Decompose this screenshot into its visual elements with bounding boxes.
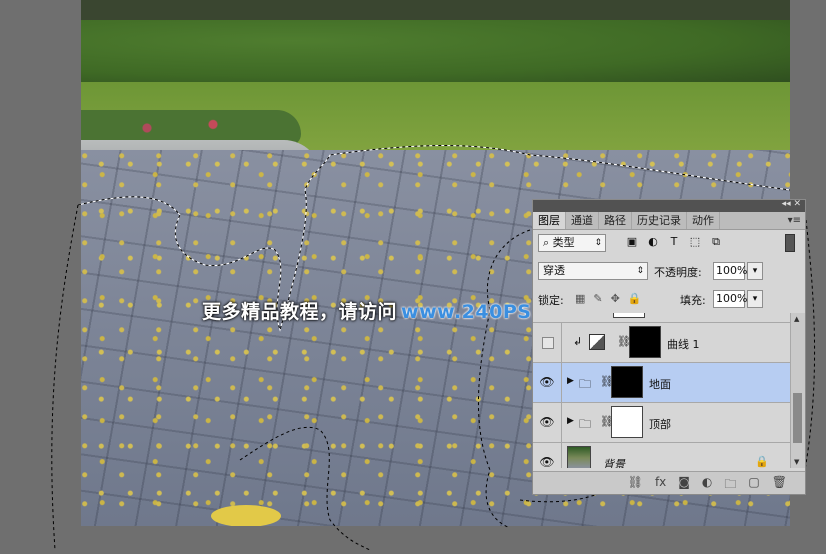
filter-row: ⌕ 类型 ⇕ ▣ ◐ T ⬚ ⧉: [533, 230, 805, 258]
panel-titlebar[interactable]: ◂◂ ✕: [533, 199, 805, 212]
divider: [561, 323, 562, 362]
lock-transparent-icon[interactable]: ▦: [575, 292, 585, 305]
lock-options: ▦ ✎ ✥ 🔒: [575, 292, 642, 305]
blend-row: 穿透 ⇕ 不透明度: 100% ▾: [533, 258, 805, 286]
divider: [561, 403, 562, 442]
chevron-down-icon: ⇕: [636, 266, 644, 276]
tab-layers[interactable]: 图层: [533, 212, 566, 229]
panel-tabs: 图层 通道 路径 历史记录 动作 ▾≡: [533, 212, 805, 230]
lock-paint-icon[interactable]: ✎: [593, 292, 602, 305]
layer-name[interactable]: 背景: [603, 456, 625, 468]
opacity-label: 不透明度:: [654, 266, 702, 279]
divider: [561, 443, 562, 468]
filter-toggle[interactable]: [785, 234, 795, 252]
add-mask-icon[interactable]: ◙: [678, 475, 690, 496]
adjustment-filter-icon[interactable]: ◐: [646, 235, 660, 249]
new-layer-icon[interactable]: ▢: [748, 475, 759, 496]
curves-adjustment-icon[interactable]: [589, 334, 605, 350]
layer-name[interactable]: 顶部: [649, 416, 671, 432]
layers-scrollbar[interactable]: ▲ ▼: [790, 313, 805, 468]
clipping-arrow-icon: ↲: [573, 335, 583, 348]
eye-icon[interactable]: 👁: [539, 455, 555, 468]
layers-panel: ◂◂ ✕ 图层 通道 路径 历史记录 动作 ▾≡ ⌕ 类型 ⇕ ▣ ◐ T ⬚ ⧉…: [532, 199, 806, 495]
link-layers-icon[interactable]: ⛓: [628, 475, 643, 496]
scroll-down-icon[interactable]: ▼: [794, 458, 799, 466]
expand-arrow-icon[interactable]: ▶: [567, 416, 574, 426]
lock-icon: 🔒: [755, 455, 769, 468]
bottom-icons: ⛓ fx ◙ ◐ 🗀 ▢ 🗑: [628, 475, 787, 496]
lock-row: 锁定: ▦ ✎ ✥ 🔒 填充: 100% ▾: [533, 286, 805, 314]
fx-icon[interactable]: fx: [655, 475, 666, 496]
new-adjustment-icon[interactable]: ◐: [702, 475, 712, 496]
layer-list: ↲ ⛓ 曲线 1 👁 ▶ 🗀 ⛓ 地面 👁 ▶ 🗀 ⛓ 顶部 👁 背景 🔒: [533, 313, 791, 468]
panel-bottom-toolbar: ⛓ fx ◙ ◐ 🗀 ▢ 🗑: [533, 471, 805, 494]
filter-label: 类型: [552, 236, 575, 249]
scroll-up-icon[interactable]: ▲: [794, 315, 799, 323]
fill-dropdown[interactable]: ▾: [747, 290, 763, 308]
trash-icon[interactable]: 🗑: [772, 475, 787, 496]
layer-curves-1[interactable]: ↲ ⛓ 曲线 1: [533, 323, 791, 363]
layer-name[interactable]: 地面: [649, 376, 671, 392]
layer-top[interactable]: 👁 ▶ 🗀 ⛓ 顶部: [533, 403, 791, 443]
expand-arrow-icon[interactable]: ▶: [567, 376, 574, 386]
layer-mask-thumbnail: [613, 313, 645, 318]
eye-icon[interactable]: 👁: [539, 375, 555, 389]
eye-icon[interactable]: 👁: [539, 415, 555, 429]
lock-label: 锁定:: [538, 294, 564, 307]
collapse-icon[interactable]: ◂◂ ✕: [782, 199, 801, 209]
layer-partial[interactable]: [533, 313, 791, 323]
tab-paths[interactable]: 路径: [599, 212, 632, 229]
blend-mode-value: 穿透: [543, 264, 565, 277]
menu-icon[interactable]: ▾≡: [788, 212, 801, 229]
type-filter-icon[interactable]: T: [667, 235, 681, 249]
scroll-thumb[interactable]: [793, 393, 802, 443]
layer-name[interactable]: 曲线 1: [667, 336, 700, 352]
layer-mask-thumbnail[interactable]: [611, 406, 643, 438]
new-group-icon[interactable]: 🗀: [724, 475, 736, 496]
visibility-toggle[interactable]: [542, 337, 554, 349]
divider: [561, 363, 562, 402]
tab-actions[interactable]: 动作: [687, 212, 720, 229]
shape-filter-icon[interactable]: ⬚: [688, 235, 702, 249]
layer-background[interactable]: 👁 背景 🔒: [533, 443, 791, 468]
lock-icon[interactable]: 🔒: [628, 292, 642, 305]
image-filter-icon[interactable]: ▣: [625, 235, 639, 249]
fence: [81, 0, 790, 20]
fill-label: 填充:: [680, 294, 706, 307]
watermark-text: 更多精品教程，请访问: [202, 301, 398, 323]
filter-icons: ▣ ◐ T ⬚ ⧉: [625, 235, 723, 249]
opacity-field[interactable]: 100%: [713, 262, 747, 280]
layer-mask-thumbnail[interactable]: [611, 366, 643, 398]
folder-icon: 🗀: [579, 417, 592, 431]
watermark: 更多精品教程，请访问 www.240PS.com: [202, 297, 585, 324]
layer-thumbnail[interactable]: [567, 446, 591, 468]
layer-ground[interactable]: 👁 ▶ 🗀 ⛓ 地面: [533, 363, 791, 403]
fill-field[interactable]: 100%: [713, 290, 747, 308]
layer-mask-thumbnail[interactable]: [629, 326, 661, 358]
tab-channels[interactable]: 通道: [566, 212, 599, 229]
large-leaf: [211, 505, 281, 526]
folder-icon: 🗀: [579, 377, 592, 391]
tab-history[interactable]: 历史记录: [632, 212, 687, 229]
opacity-dropdown[interactable]: ▾: [747, 262, 763, 280]
blend-mode-select[interactable]: 穿透 ⇕: [538, 262, 648, 280]
smart-object-filter-icon[interactable]: ⧉: [709, 235, 723, 249]
lock-position-icon[interactable]: ✥: [611, 292, 620, 305]
layer-filter-select[interactable]: ⌕ 类型 ⇕: [538, 234, 606, 252]
chevron-down-icon: ⇕: [594, 238, 602, 248]
